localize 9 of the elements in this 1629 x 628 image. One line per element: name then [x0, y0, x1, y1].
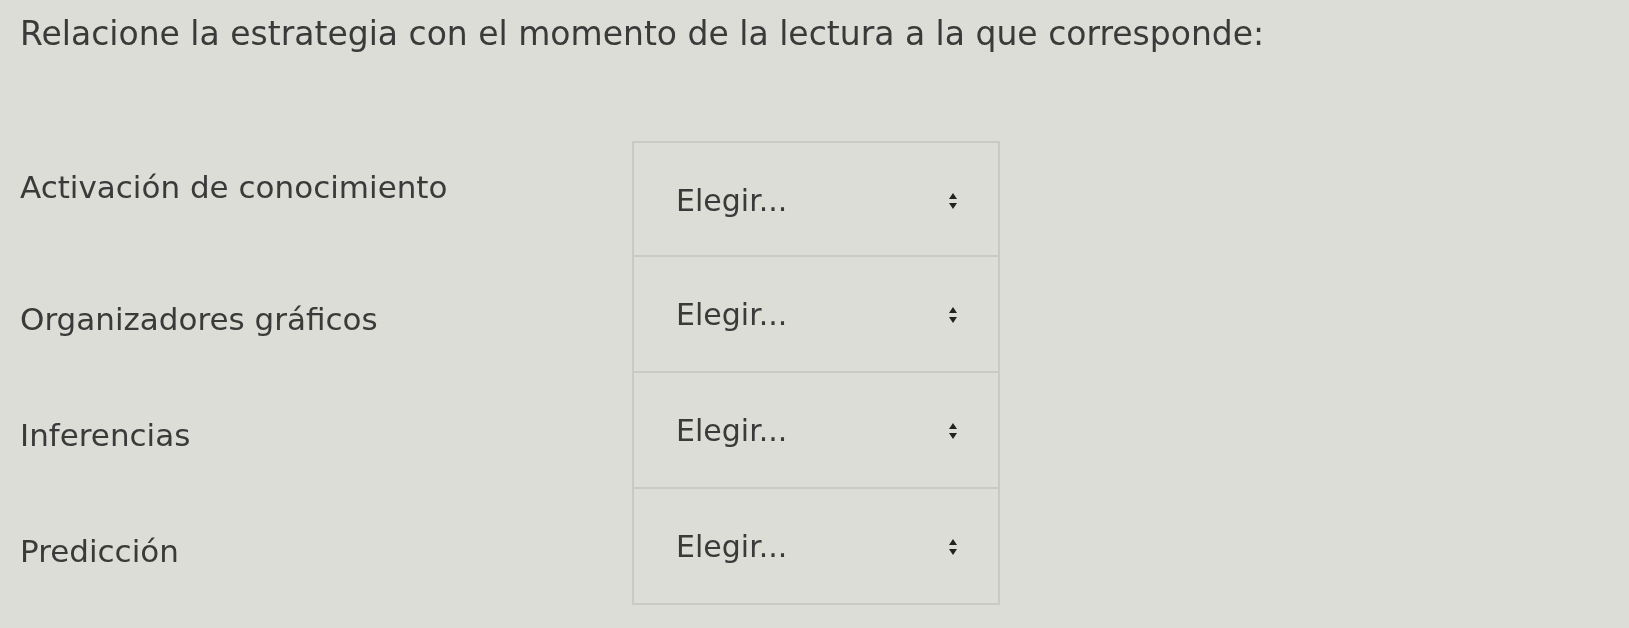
strategy-label: Organizadores gráficos: [20, 300, 379, 339]
strategy-label: Inferencias: [20, 416, 192, 455]
up-down-arrows-icon: [948, 191, 958, 210]
up-down-arrows-icon: [948, 421, 958, 440]
up-down-arrows-icon: [948, 305, 958, 324]
question-text: Relacione la estrategia con el momento de la lectura a la que corresponde:: [20, 14, 1266, 53]
strategy-label: Activación de conocimiento: [20, 168, 449, 207]
strategy-label: Predicción: [20, 532, 180, 571]
up-down-arrows-icon: [948, 537, 958, 556]
